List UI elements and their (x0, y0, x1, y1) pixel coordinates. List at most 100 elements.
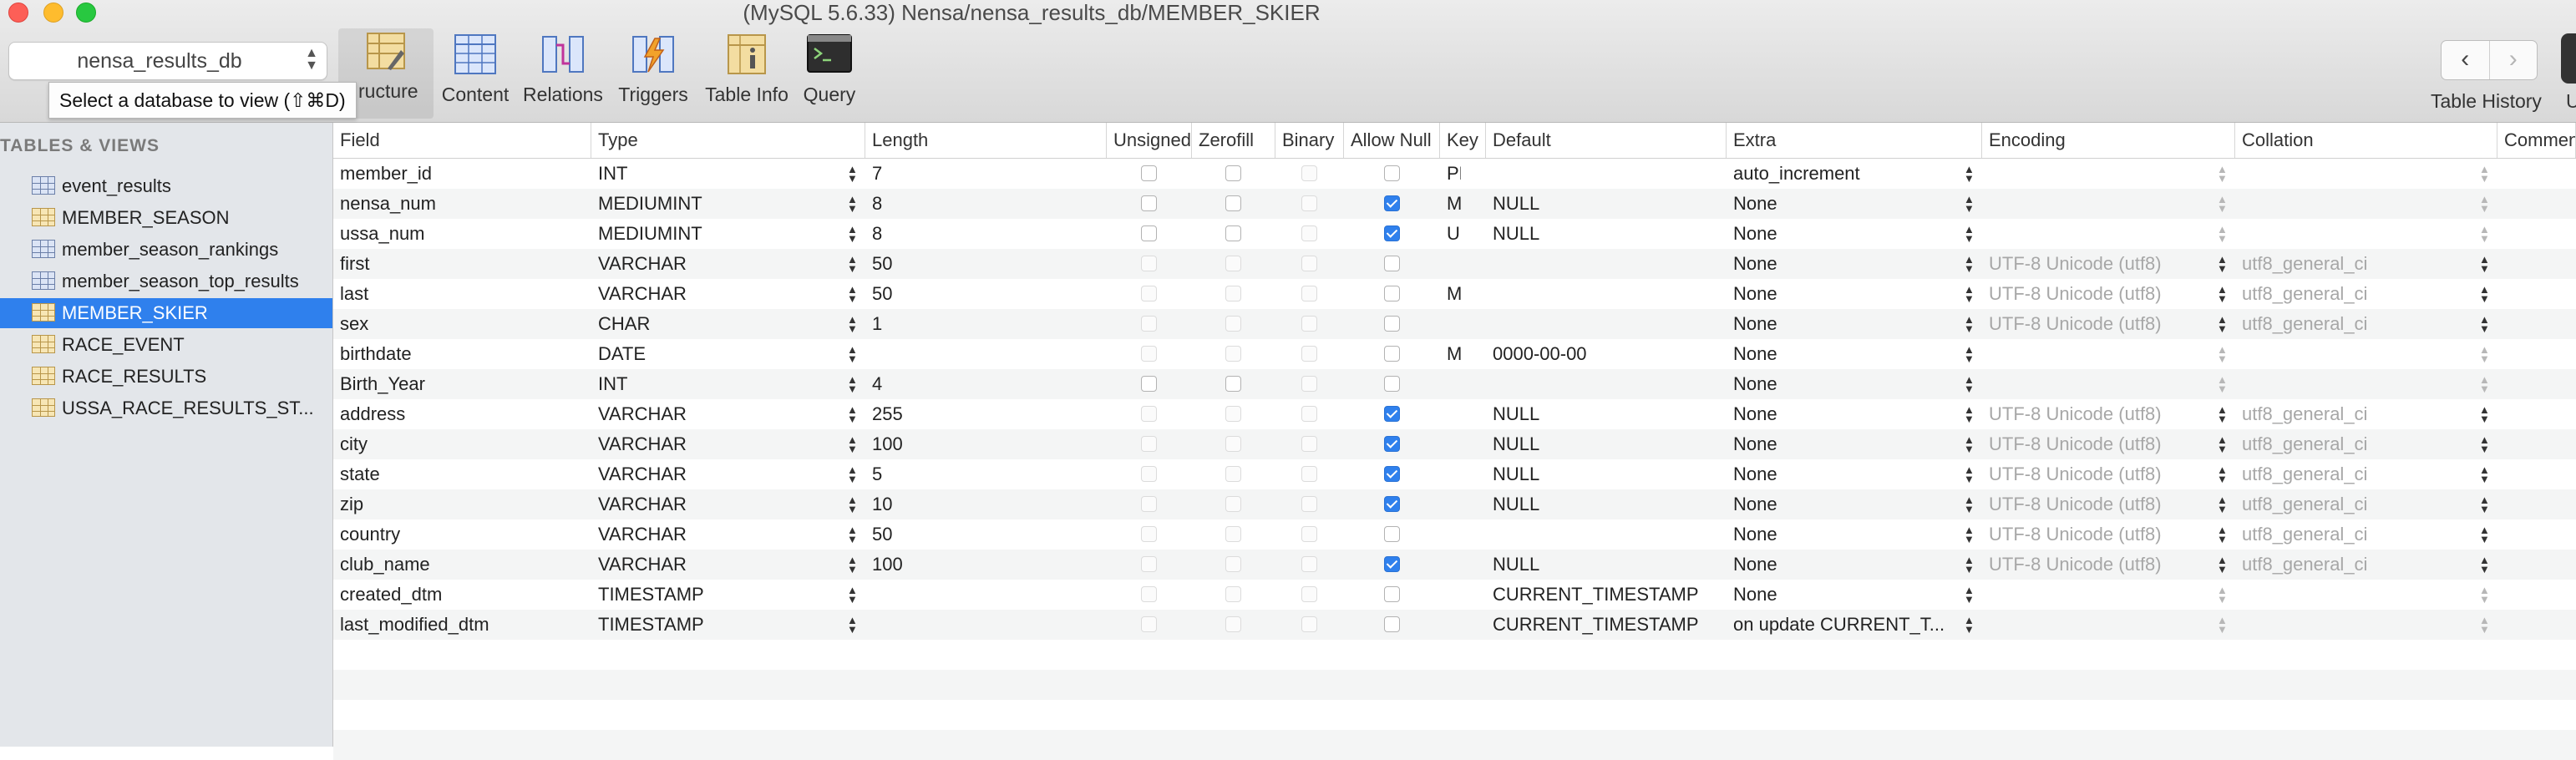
extra-select[interactable]: None (1727, 339, 1957, 369)
field-name-cell[interactable]: created_dtm (333, 580, 566, 610)
length-cell[interactable]: 8 (865, 219, 1082, 249)
column-header-encoding[interactable]: Encoding (1982, 123, 2235, 158)
length-cell[interactable] (865, 610, 1082, 640)
default-cell[interactable] (1486, 279, 1701, 309)
field-name-cell[interactable]: city (333, 429, 566, 459)
column-header-field[interactable]: Field (333, 123, 591, 158)
stepper-arrows-icon[interactable]: ▲ ▼ (1964, 610, 1975, 635)
comment-cell[interactable] (2497, 279, 2576, 309)
tab-query[interactable]: Query (799, 32, 860, 115)
sidebar-item-member-skier[interactable]: MEMBER_SKIER (0, 298, 332, 328)
comment-cell[interactable] (2497, 159, 2576, 189)
type-select[interactable]: MEDIUMINT (591, 219, 840, 249)
key-cell[interactable] (1440, 610, 1461, 640)
unsigned-checkbox[interactable] (1141, 165, 1157, 181)
stepper-arrows-icon[interactable]: ▲ ▼ (2479, 580, 2490, 605)
default-cell[interactable]: CURRENT_TIMESTAMP (1486, 610, 1701, 640)
type-select[interactable]: VARCHAR (591, 279, 840, 309)
comment-cell[interactable] (2497, 580, 2576, 610)
unsigned-checkbox[interactable] (1141, 225, 1157, 241)
key-cell[interactable] (1440, 249, 1461, 279)
encoding-select[interactable] (1982, 369, 2210, 399)
stepper-arrows-icon[interactable]: ▲ ▼ (2479, 159, 2490, 184)
type-select[interactable]: INT (591, 369, 840, 399)
column-header-unsigned[interactable]: Unsigned (1107, 123, 1192, 158)
length-cell[interactable] (865, 580, 1082, 610)
collation-select[interactable]: utf8_general_ci (2235, 429, 2472, 459)
column-header-zerofill[interactable]: Zerofill (1192, 123, 1275, 158)
key-cell[interactable]: PRI (1440, 159, 1461, 189)
allow-null-checkbox[interactable] (1384, 466, 1400, 482)
default-cell[interactable]: NULL (1486, 459, 1701, 489)
key-cell[interactable] (1440, 459, 1461, 489)
stepper-arrows-icon[interactable]: ▲ ▼ (847, 399, 858, 424)
key-cell[interactable]: M... (1440, 279, 1461, 309)
sidebar-item-race-results[interactable]: RACE_RESULTS (0, 362, 332, 392)
comment-cell[interactable] (2497, 189, 2576, 219)
collation-select[interactable]: utf8_general_ci (2235, 489, 2472, 519)
encoding-select[interactable]: UTF-8 Unicode (utf8) (1982, 550, 2210, 580)
encoding-select[interactable] (1982, 339, 2210, 369)
sidebar-item-event-results[interactable]: event_results (0, 171, 332, 201)
stepper-arrows-icon[interactable]: ▲ ▼ (2479, 489, 2490, 514)
field-name-cell[interactable]: sex (333, 309, 566, 339)
collation-select[interactable]: utf8_general_ci (2235, 399, 2472, 429)
collation-select[interactable]: utf8_general_ci (2235, 550, 2472, 580)
column-header-comment[interactable]: Comment (2497, 123, 2576, 158)
column-header-binary[interactable]: Binary (1275, 123, 1344, 158)
stepper-arrows-icon[interactable]: ▲ ▼ (1964, 159, 1975, 184)
sidebar-item-ussa-race-results-st[interactable]: USSA_RACE_RESULTS_ST... (0, 393, 332, 423)
length-cell[interactable]: 4 (865, 369, 1082, 399)
column-header-type[interactable]: Type (591, 123, 865, 158)
stepper-arrows-icon[interactable]: ▲ ▼ (847, 429, 858, 454)
default-cell[interactable]: NULL (1486, 489, 1701, 519)
stepper-arrows-icon[interactable]: ▲ ▼ (847, 580, 858, 605)
table-row[interactable]: created_dtm TIMESTAMP ▲ ▼ CURRENT_TIMESTAMP N… (333, 580, 2576, 610)
type-select[interactable]: VARCHAR (591, 249, 840, 279)
stepper-arrows-icon[interactable]: ▲ ▼ (847, 339, 858, 364)
stepper-arrows-icon[interactable]: ▲ ▼ (847, 459, 858, 484)
stepper-arrows-icon[interactable]: ▲ ▼ (1964, 459, 1975, 484)
table-row[interactable]: member_id INT ▲▼ 7 PRI auto_increment ▲▼ ▲▼ ▲▼ (333, 159, 2576, 189)
field-name-cell[interactable]: last_modified_dtm (333, 610, 566, 640)
stepper-arrows-icon[interactable]: ▲ ▼ (2217, 249, 2228, 274)
encoding-select[interactable] (1982, 610, 2210, 640)
allow-null-checkbox[interactable] (1384, 286, 1400, 301)
field-name-cell[interactable]: state (333, 459, 566, 489)
comment-cell[interactable] (2497, 399, 2576, 429)
stepper-arrows-icon[interactable]: ▲ ▼ (2217, 429, 2228, 454)
key-cell[interactable] (1440, 309, 1461, 339)
collation-select[interactable] (2235, 610, 2472, 640)
stepper-arrows-icon[interactable]: ▲ ▼ (1964, 309, 1975, 334)
field-name-cell[interactable]: zip (333, 489, 566, 519)
key-cell[interactable] (1440, 550, 1461, 580)
stepper-arrows-icon[interactable]: ▲ ▼ (2479, 610, 2490, 635)
length-cell[interactable]: 5 (865, 459, 1082, 489)
default-cell[interactable]: NULL (1486, 429, 1701, 459)
column-header-allow-null[interactable]: Allow Null (1344, 123, 1440, 158)
default-cell[interactable] (1486, 159, 1701, 189)
table-row[interactable]: zip VARCHAR ▲ ▼ 10 NULL None ▲ ▼ UTF-8 Unicode (u… (333, 489, 2576, 519)
zerofill-checkbox[interactable] (1225, 195, 1241, 211)
extra-select[interactable]: None (1727, 279, 1957, 309)
extra-select[interactable]: None (1727, 249, 1957, 279)
extra-select[interactable]: None (1727, 519, 1957, 550)
table-row[interactable]: last_modified_dtm TIMESTAMP ▲ ▼ CURRENT_TIME… (333, 610, 2576, 640)
encoding-select[interactable] (1982, 159, 2210, 189)
extra-select[interactable]: None (1727, 459, 1957, 489)
comment-cell[interactable] (2497, 550, 2576, 580)
stepper-arrows-icon[interactable]: ▲ ▼ (2217, 399, 2228, 424)
stepper-arrows-icon[interactable]: ▲ ▼ (847, 189, 858, 214)
stepper-arrows-icon[interactable]: ▲ ▼ (2217, 219, 2228, 244)
stepper-arrows-icon[interactable]: ▲ ▼ (847, 309, 858, 334)
stepper-arrows-icon[interactable]: ▲ ▼ (2479, 369, 2490, 394)
table-row[interactable]: sex CHAR ▲ ▼ 1 None ▲ ▼ UTF-8 Unicode (utf8) ▲ ▼ ut… (333, 309, 2576, 339)
stepper-arrows-icon[interactable]: ▲ ▼ (1964, 550, 1975, 575)
stepper-arrows-icon[interactable]: ▲ ▼ (2217, 309, 2228, 334)
collation-select[interactable] (2235, 580, 2472, 610)
comment-cell[interactable] (2497, 339, 2576, 369)
default-cell[interactable] (1486, 249, 1701, 279)
field-name-cell[interactable]: country (333, 519, 566, 550)
forward-button[interactable]: › (2488, 41, 2538, 79)
type-select[interactable]: DATE (591, 339, 840, 369)
